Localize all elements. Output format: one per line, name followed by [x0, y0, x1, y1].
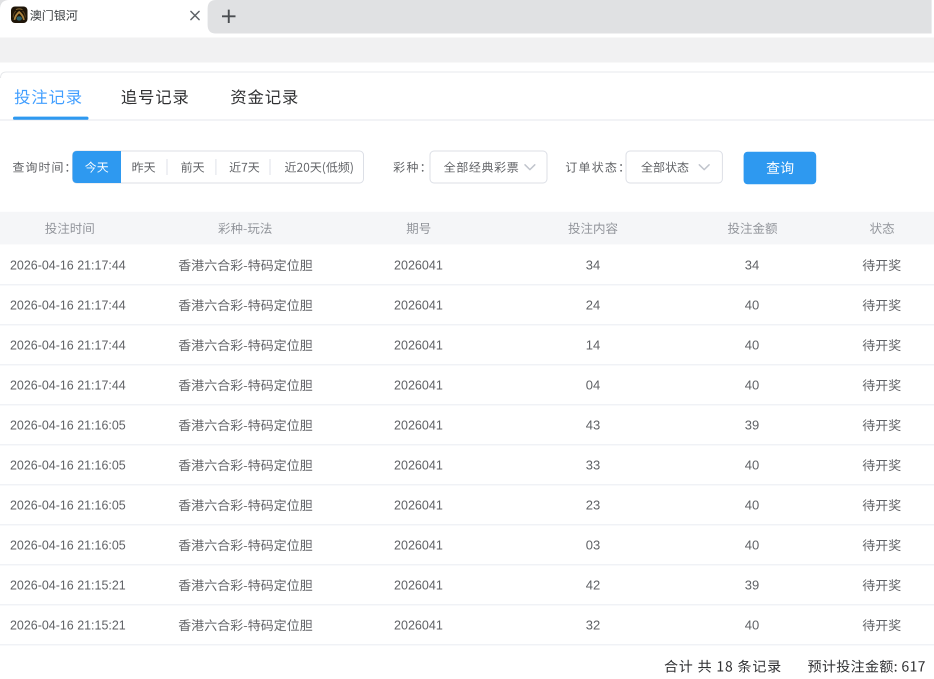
svg-text:2026041: 2026041: [394, 618, 443, 633]
svg-text:03: 03: [586, 538, 600, 553]
svg-text:2026-04-16 21:16:05: 2026-04-16 21:16:05: [10, 458, 126, 473]
svg-text:24: 24: [586, 298, 600, 313]
svg-text:2026-04-16 21:16:05: 2026-04-16 21:16:05: [10, 498, 126, 513]
svg-text:2026-04-16 21:17:44: 2026-04-16 21:17:44: [10, 378, 126, 393]
svg-text:42: 42: [586, 578, 600, 593]
svg-text:40: 40: [745, 298, 759, 313]
svg-text:14: 14: [586, 338, 600, 353]
svg-text:40: 40: [745, 458, 759, 473]
svg-text:2026-04-16 21:15:21: 2026-04-16 21:15:21: [10, 578, 126, 593]
svg-text:39: 39: [745, 418, 759, 433]
svg-text:32: 32: [586, 618, 600, 633]
svg-text:2026041: 2026041: [394, 538, 443, 553]
svg-text:34: 34: [745, 258, 759, 273]
svg-text:2026041: 2026041: [394, 338, 443, 353]
svg-text:40: 40: [745, 618, 759, 633]
svg-text:04: 04: [586, 378, 600, 393]
svg-text:34: 34: [586, 258, 600, 273]
svg-text:2026041: 2026041: [394, 378, 443, 393]
svg-text:40: 40: [745, 338, 759, 353]
svg-text:40: 40: [745, 498, 759, 513]
svg-text:2026-04-16 21:17:44: 2026-04-16 21:17:44: [10, 338, 126, 353]
svg-text:39: 39: [745, 578, 759, 593]
svg-text:2026041: 2026041: [394, 298, 443, 313]
svg-text:2026-04-16 21:15:21: 2026-04-16 21:15:21: [10, 618, 126, 633]
svg-text:33: 33: [586, 458, 600, 473]
svg-text:2026-04-16 21:17:44: 2026-04-16 21:17:44: [10, 258, 126, 273]
svg-text:2026-04-16 21:16:05: 2026-04-16 21:16:05: [10, 538, 126, 553]
svg-text:2026-04-16 21:17:44: 2026-04-16 21:17:44: [10, 298, 126, 313]
svg-text:43: 43: [586, 418, 600, 433]
svg-text:2026041: 2026041: [394, 458, 443, 473]
svg-text:2026041: 2026041: [394, 418, 443, 433]
svg-text:2026041: 2026041: [394, 578, 443, 593]
svg-text:23: 23: [586, 498, 600, 513]
svg-text:2026041: 2026041: [394, 498, 443, 513]
svg-text:2026-04-16 21:16:05: 2026-04-16 21:16:05: [10, 418, 126, 433]
svg-text:40: 40: [745, 538, 759, 553]
svg-text:2026041: 2026041: [394, 258, 443, 273]
svg-text:40: 40: [745, 378, 759, 393]
